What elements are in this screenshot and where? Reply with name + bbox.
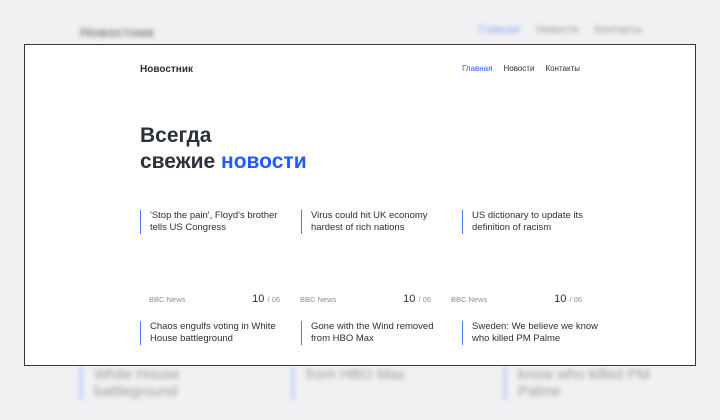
background-article: know who killed PM Palme: [504, 366, 668, 400]
page-current: 10: [403, 293, 416, 305]
article-card[interactable]: Sweden: We believe we know who killed PM…: [462, 321, 610, 345]
nav-contacts[interactable]: Контакты: [545, 64, 580, 73]
hero-accent-text: новости: [221, 150, 307, 173]
article-meta-row: BBC News 10 / 06 BBC News 10 / 06 BBC Ne…: [149, 293, 582, 305]
article-card[interactable]: Chaos engulfs voting in White House batt…: [140, 321, 288, 345]
hero-heading: Всегда свежие новости: [140, 123, 307, 175]
article-card[interactable]: Gone with the Wind removed from HBO Max: [301, 321, 449, 345]
page-counter: 10 / 06: [403, 293, 431, 305]
page-counter: 10 / 06: [554, 293, 582, 305]
nav-news[interactable]: Новости: [503, 64, 534, 73]
page-total: / 06: [267, 295, 280, 304]
nav-home[interactable]: Главная: [462, 64, 492, 73]
background-brand: Новостник: [80, 24, 155, 40]
page-current: 10: [252, 293, 265, 305]
bottom-articles: Chaos engulfs voting in White House batt…: [140, 321, 610, 345]
page-counter: 10 / 06: [252, 293, 280, 305]
article-card[interactable]: Virus could hit UK economy hardest of ri…: [301, 210, 449, 234]
hero-line-1: Всегда: [140, 124, 212, 147]
site-logo[interactable]: Новостник: [140, 64, 193, 75]
hero-plain-text: свежие: [140, 150, 222, 173]
background-article: from HBO Max: [292, 366, 456, 400]
page-total: / 06: [569, 295, 582, 304]
background-articles: White House battleground from HBO Max kn…: [80, 366, 668, 400]
main-window: Новостник Главная Новости Контакты Всегд…: [24, 44, 696, 366]
background-nav-item: Контакты: [594, 24, 642, 36]
source-label: BBC News: [149, 295, 186, 304]
hero-line-2: свежие новости: [140, 149, 307, 175]
background-article: White House battleground: [80, 366, 244, 400]
background-nav: Главная Новости Контакты: [478, 24, 642, 36]
top-nav: Главная Новости Контакты: [462, 64, 580, 73]
article-meta: BBC News 10 / 06: [451, 293, 582, 305]
article-card[interactable]: US dictionary to update its definition o…: [462, 210, 610, 234]
top-articles: 'Stop the pain', Floyd's brother tells U…: [140, 210, 610, 234]
background-nav-item: Новости: [535, 24, 579, 36]
source-label: BBC News: [451, 295, 488, 304]
article-meta: BBC News 10 / 06: [149, 293, 280, 305]
source-label: BBC News: [300, 295, 337, 304]
background-nav-item: Главная: [478, 24, 520, 36]
article-meta: BBC News 10 / 06: [300, 293, 431, 305]
page-current: 10: [554, 293, 567, 305]
article-card[interactable]: 'Stop the pain', Floyd's brother tells U…: [140, 210, 288, 234]
page-total: / 06: [418, 295, 431, 304]
